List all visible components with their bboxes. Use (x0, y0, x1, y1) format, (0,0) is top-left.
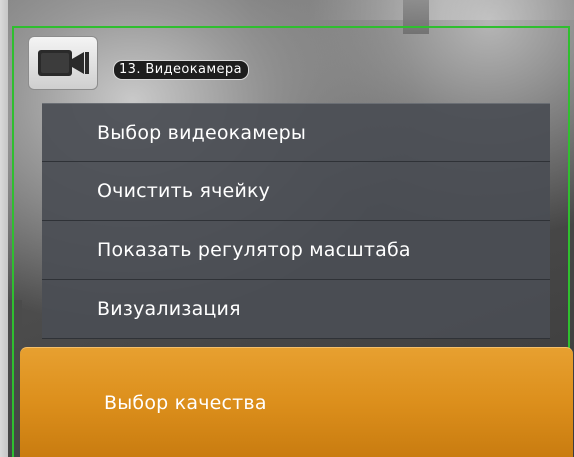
adjacent-cell-strip (8, 300, 22, 348)
video-camera-icon[interactable] (28, 36, 98, 90)
menu-item-select-camera[interactable]: Выбор видеокамеры (42, 103, 550, 162)
cell-context-menu: Выбор видеокамеры Очистить ячейку Показа… (42, 103, 550, 339)
video-frame-detail (308, 0, 574, 20)
menu-item-clear-cell[interactable]: Очистить ячейку (42, 162, 550, 221)
menu-item-visualization[interactable]: Визуализация (42, 280, 550, 339)
menu-item-show-zoom-control[interactable]: Показать регулятор масштаба (42, 221, 550, 280)
camera-title: 13. Видеокамера (113, 60, 249, 80)
video-frame-beam (403, 0, 429, 34)
layout-viewport: 13. Видеокамера Выбор видеокамеры Очисти… (0, 0, 574, 457)
menu-item-select-quality[interactable]: Выбор качества (20, 347, 573, 457)
